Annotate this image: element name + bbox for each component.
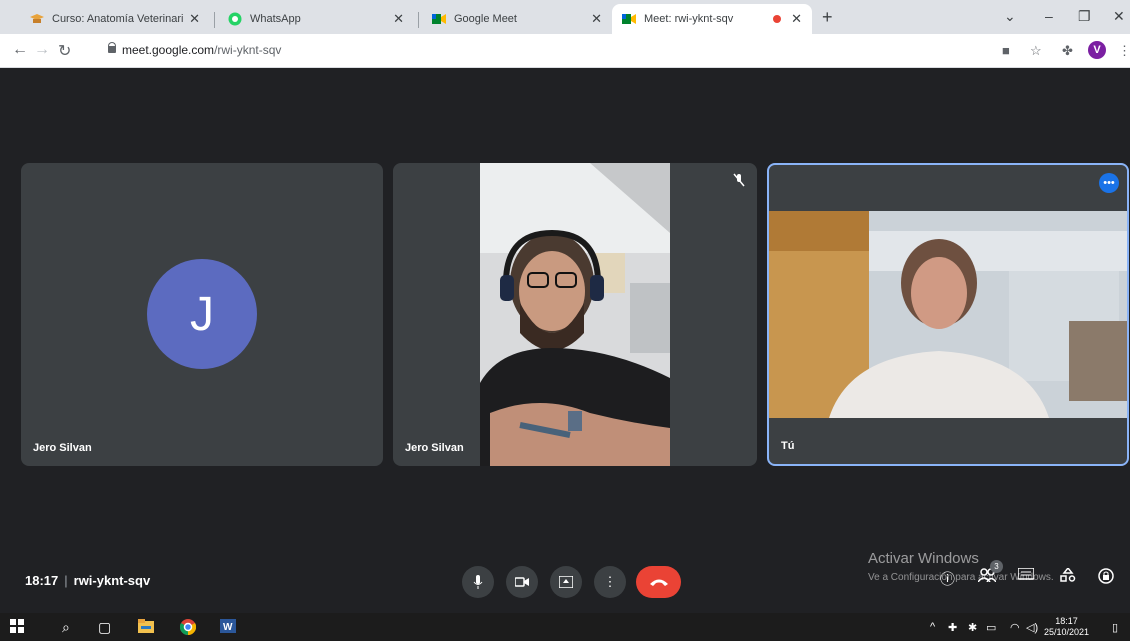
camera-indicator-icon[interactable]: ■: [1002, 43, 1010, 58]
divider: |: [64, 573, 68, 588]
system-clock[interactable]: 18:17 25/10/2021: [1044, 616, 1089, 638]
new-tab-button[interactable]: +: [822, 7, 833, 28]
tab-meet-active[interactable]: Meet: rwi-yknt-sqv ✕: [612, 4, 812, 34]
more-vert-icon: ⋮: [603, 574, 617, 589]
meeting-time: 18:17: [25, 573, 59, 588]
present-icon: [559, 576, 573, 588]
camera-icon: [515, 577, 529, 587]
recording-dot-icon: [773, 15, 782, 23]
clock-date: 25/10/2021: [1044, 627, 1090, 637]
antivirus-tray-icon[interactable]: ✚: [948, 621, 957, 634]
word-icon[interactable]: W: [220, 619, 236, 636]
participant-tile-jero-avatar[interactable]: J Jero Silvan: [21, 163, 383, 466]
more-options-button[interactable]: ⋮: [594, 566, 626, 598]
mic-off-icon: [733, 173, 745, 190]
tab-course[interactable]: Curso: Anatomía Veterinaria II, Tr ✕: [20, 4, 210, 34]
windows-taskbar: ⌕ ▢ W ^ ✚ ✱ ▭ ◠ ◁) ▯: [0, 613, 1130, 641]
tab-search-button[interactable]: ⌄: [1004, 8, 1016, 25]
close-icon[interactable]: ✕: [791, 11, 802, 27]
battery-icon[interactable]: ▭: [986, 621, 996, 634]
google-meet-icon: [432, 12, 446, 26]
volume-icon[interactable]: ◁): [1026, 621, 1038, 634]
url-path: /rwi-yknt-sqv: [214, 43, 282, 57]
svg-text:W: W: [223, 622, 233, 633]
participant-name: Jero Silvan: [405, 442, 464, 454]
meet-stage: J Jero Silvan Jero Silvan ••• Tú: [0, 68, 1130, 613]
forward-arrow-icon[interactable]: →: [34, 41, 50, 59]
tab-divider: [214, 12, 215, 28]
menu-dots-icon[interactable]: ⋮: [1118, 43, 1130, 59]
search-icon[interactable]: ⌕: [62, 619, 70, 636]
end-call-button[interactable]: [636, 566, 681, 598]
windows-start-icon[interactable]: [10, 619, 24, 636]
tab-divider: [418, 12, 419, 28]
notifications-icon[interactable]: ▯: [1112, 621, 1118, 634]
meeting-info: 18:17 | rwi-yknt-sqv: [25, 573, 150, 588]
activities-icon[interactable]: [1060, 566, 1076, 586]
tab-google-meet[interactable]: Google Meet ✕: [422, 4, 612, 34]
tab-strip: Curso: Anatomía Veterinaria II, Tr ✕ Wha…: [0, 0, 1130, 34]
restore-button[interactable]: ❐: [1078, 8, 1091, 25]
url-host: meet.google.com: [122, 43, 215, 57]
profile-avatar[interactable]: V: [1088, 41, 1106, 59]
wifi-icon[interactable]: ◠: [1010, 621, 1020, 634]
chat-icon[interactable]: [1017, 567, 1035, 586]
graduation-cap-icon: [30, 12, 44, 26]
present-screen-button[interactable]: [550, 566, 582, 598]
lock-body: [108, 46, 116, 53]
tab-label: Google Meet: [454, 13, 517, 25]
participant-count-badge: 3: [990, 560, 1003, 573]
tray-chevron-icon[interactable]: ^: [930, 621, 935, 633]
self-video: [769, 211, 1127, 418]
tab-label: WhatsApp: [250, 13, 301, 25]
window-close-button[interactable]: ✕: [1113, 8, 1125, 25]
google-meet-icon: [622, 12, 636, 26]
participant-name: Jero Silvan: [33, 442, 92, 454]
meeting-details-icon[interactable]: ⓘ: [940, 568, 955, 589]
back-arrow-icon[interactable]: ←: [12, 41, 28, 59]
tab-label: Meet: rwi-yknt-sqv: [644, 13, 734, 25]
hang-up-icon: [649, 579, 668, 586]
reload-icon[interactable]: ↻: [58, 41, 71, 61]
more-options-icon[interactable]: •••: [1099, 173, 1119, 193]
mic-button[interactable]: [462, 566, 494, 598]
meeting-code: rwi-yknt-sqv: [73, 573, 151, 588]
close-icon[interactable]: ✕: [591, 11, 602, 27]
bluetooth-icon[interactable]: ✱: [968, 621, 977, 634]
participant-tile-self[interactable]: ••• Tú: [767, 163, 1129, 466]
tab-label: Curso: Anatomía Veterinaria II, Tr: [52, 13, 184, 25]
tab-whatsapp[interactable]: WhatsApp ✕: [218, 4, 414, 34]
avatar: J: [147, 259, 257, 369]
close-icon[interactable]: ✕: [393, 11, 404, 27]
close-icon[interactable]: ✕: [189, 11, 200, 27]
chrome-icon[interactable]: [179, 619, 197, 638]
windows-activation-title: Activar Windows: [868, 550, 979, 567]
star-icon[interactable]: ☆: [1030, 43, 1042, 59]
address-bar[interactable]: meet.google.com/rwi-yknt-sqv: [122, 43, 281, 57]
whatsapp-icon: [228, 12, 242, 26]
mic-icon: [473, 575, 483, 589]
host-controls-icon[interactable]: [1098, 568, 1114, 588]
browser-toolbar: ← → ↻ meet.google.com/rwi-yknt-sqv ■ ☆ ✤…: [0, 34, 1130, 68]
file-explorer-icon[interactable]: [138, 619, 154, 636]
participant-name: Tú: [781, 440, 795, 452]
participant-video: [480, 163, 670, 466]
clock-time: 18:17: [1055, 616, 1078, 626]
extensions-icon[interactable]: ✤: [1062, 43, 1073, 59]
task-view-icon[interactable]: ▢: [98, 619, 111, 636]
participant-tile-jero-video[interactable]: Jero Silvan: [393, 163, 757, 466]
minimize-button[interactable]: –: [1045, 8, 1053, 24]
camera-button[interactable]: [506, 566, 538, 598]
